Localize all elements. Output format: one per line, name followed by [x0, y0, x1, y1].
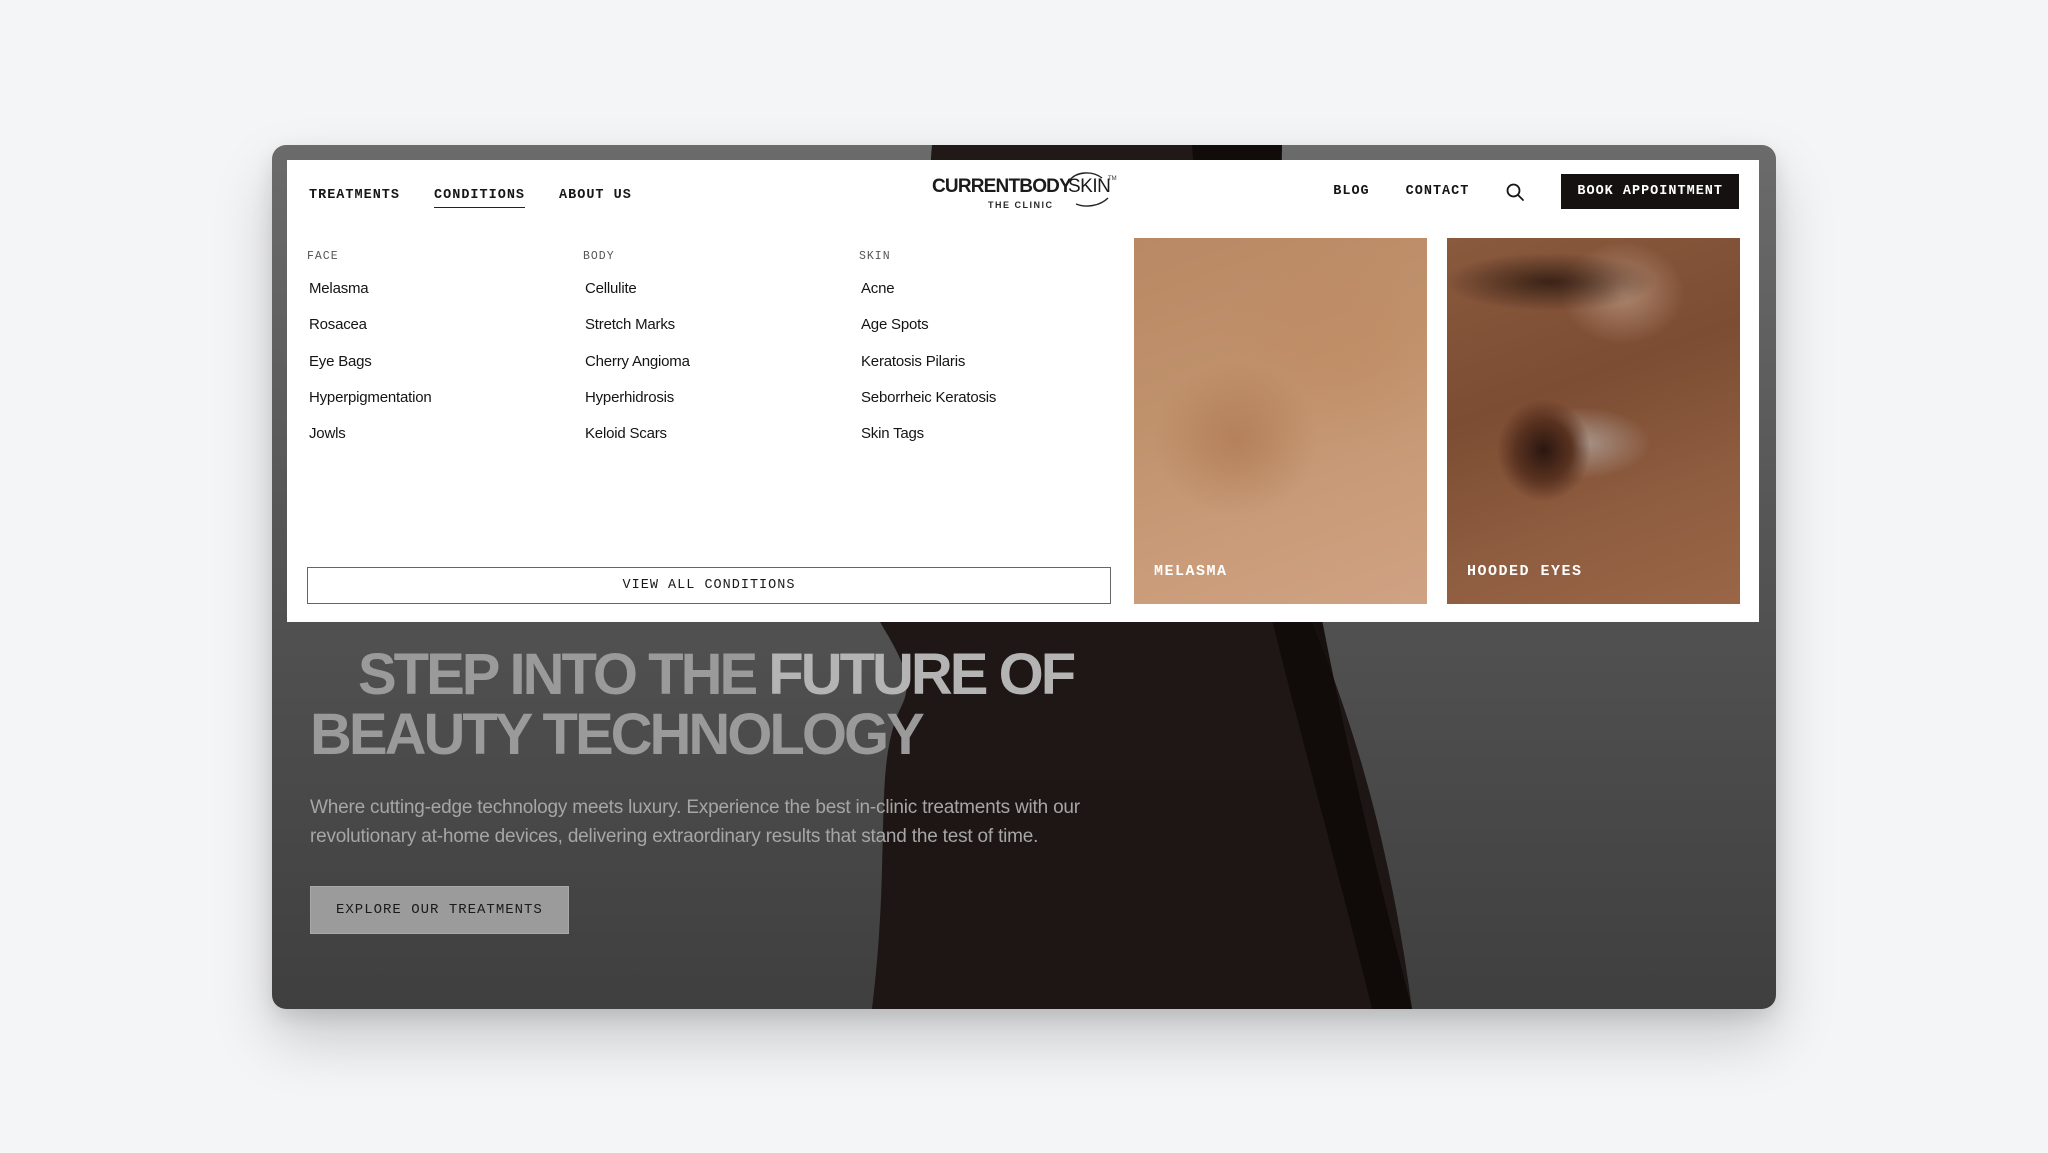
book-appointment-button[interactable]: BOOK APPOINTMENT — [1561, 174, 1739, 209]
brand-logo[interactable]: CURRENTBODY SKIN TM THE CLINIC — [932, 172, 1122, 218]
column-heading: BODY — [583, 250, 615, 263]
nav-contact[interactable]: CONTACT — [1406, 184, 1470, 199]
condition-link[interactable]: Skin Tags — [861, 425, 1135, 461]
condition-link[interactable]: Hyperpigmentation — [309, 389, 583, 425]
hero-title: STEP INTO THE FUTURE OF BEAUTY TECHNOLOG… — [310, 645, 1170, 765]
condition-link[interactable]: Eye Bags — [309, 353, 583, 389]
condition-link[interactable]: Acne — [861, 280, 1135, 316]
view-all-conditions-button[interactable]: VIEW ALL CONDITIONS — [307, 567, 1111, 604]
primary-nav: TREATMENTS CONDITIONS ABOUT US — [309, 188, 632, 208]
condition-link[interactable]: Keloid Scars — [585, 425, 859, 461]
logo-brand-light: SKIN — [1068, 176, 1111, 197]
card-label: HOODED EYES — [1467, 563, 1583, 580]
condition-link[interactable]: Seborrheic Keratosis — [861, 389, 1135, 425]
condition-link[interactable]: Keratosis Pilaris — [861, 353, 1135, 389]
column-body: BODY Cellulite Stretch Marks Cherry Angi… — [583, 250, 859, 461]
logo-brand-bold: CURRENTBODY — [932, 176, 1072, 197]
column-face: FACE Melasma Rosacea Eye Bags Hyperpigme… — [307, 250, 583, 461]
conditions-mega-menu: TREATMENTS CONDITIONS ABOUT US CURRENTBO… — [287, 160, 1759, 622]
condition-link[interactable]: Age Spots — [861, 316, 1135, 352]
browser-frame: STEP INTO THE FUTURE OF BEAUTY TECHNOLOG… — [272, 145, 1776, 1009]
nav-conditions[interactable]: CONDITIONS — [434, 188, 526, 208]
search-icon[interactable] — [1505, 182, 1525, 202]
condition-link[interactable]: Melasma — [309, 280, 583, 316]
nav-blog[interactable]: BLOG — [1333, 184, 1369, 199]
top-navigation: TREATMENTS CONDITIONS ABOUT US CURRENTBO… — [287, 160, 1759, 235]
featured-card-hooded-eyes[interactable]: HOODED EYES — [1447, 238, 1740, 604]
hero-title-line1-part1: STEP INTO THE — [358, 642, 769, 707]
condition-link[interactable]: Stretch Marks — [585, 316, 859, 352]
card-label: MELASMA — [1154, 563, 1228, 580]
condition-link[interactable]: Cherry Angioma — [585, 353, 859, 389]
featured-card-melasma[interactable]: MELASMA — [1134, 238, 1427, 604]
nav-about-us[interactable]: ABOUT US — [559, 188, 632, 208]
column-heading: FACE — [307, 250, 339, 263]
secondary-nav: BLOG CONTACT BOOK APPOINTMENT — [1333, 174, 1739, 209]
column-heading: SKIN — [859, 250, 891, 263]
explore-treatments-button[interactable]: EXPLORE OUR TREATMENTS — [310, 886, 569, 934]
conditions-columns: FACE Melasma Rosacea Eye Bags Hyperpigme… — [307, 250, 1135, 461]
condition-link[interactable]: Jowls — [309, 425, 583, 461]
condition-link[interactable]: Cellulite — [585, 280, 859, 316]
hero-title-line2: BEAUTY TECHNOLOGY — [310, 702, 925, 767]
logo-trademark: TM — [1108, 176, 1117, 182]
column-skin: SKIN Acne Age Spots Keratosis Pilaris Se… — [859, 250, 1135, 461]
nav-treatments[interactable]: TREATMENTS — [309, 188, 400, 208]
logo-subtitle: THE CLINIC — [988, 200, 1054, 210]
condition-link[interactable]: Rosacea — [309, 316, 583, 352]
condition-link[interactable]: Hyperhidrosis — [585, 389, 859, 425]
hero-description: Where cutting-edge technology meets luxu… — [310, 797, 1080, 847]
hero-section: STEP INTO THE FUTURE OF BEAUTY TECHNOLOG… — [310, 645, 1170, 934]
hero-title-line1-part2: FUTURE OF — [768, 642, 1076, 707]
